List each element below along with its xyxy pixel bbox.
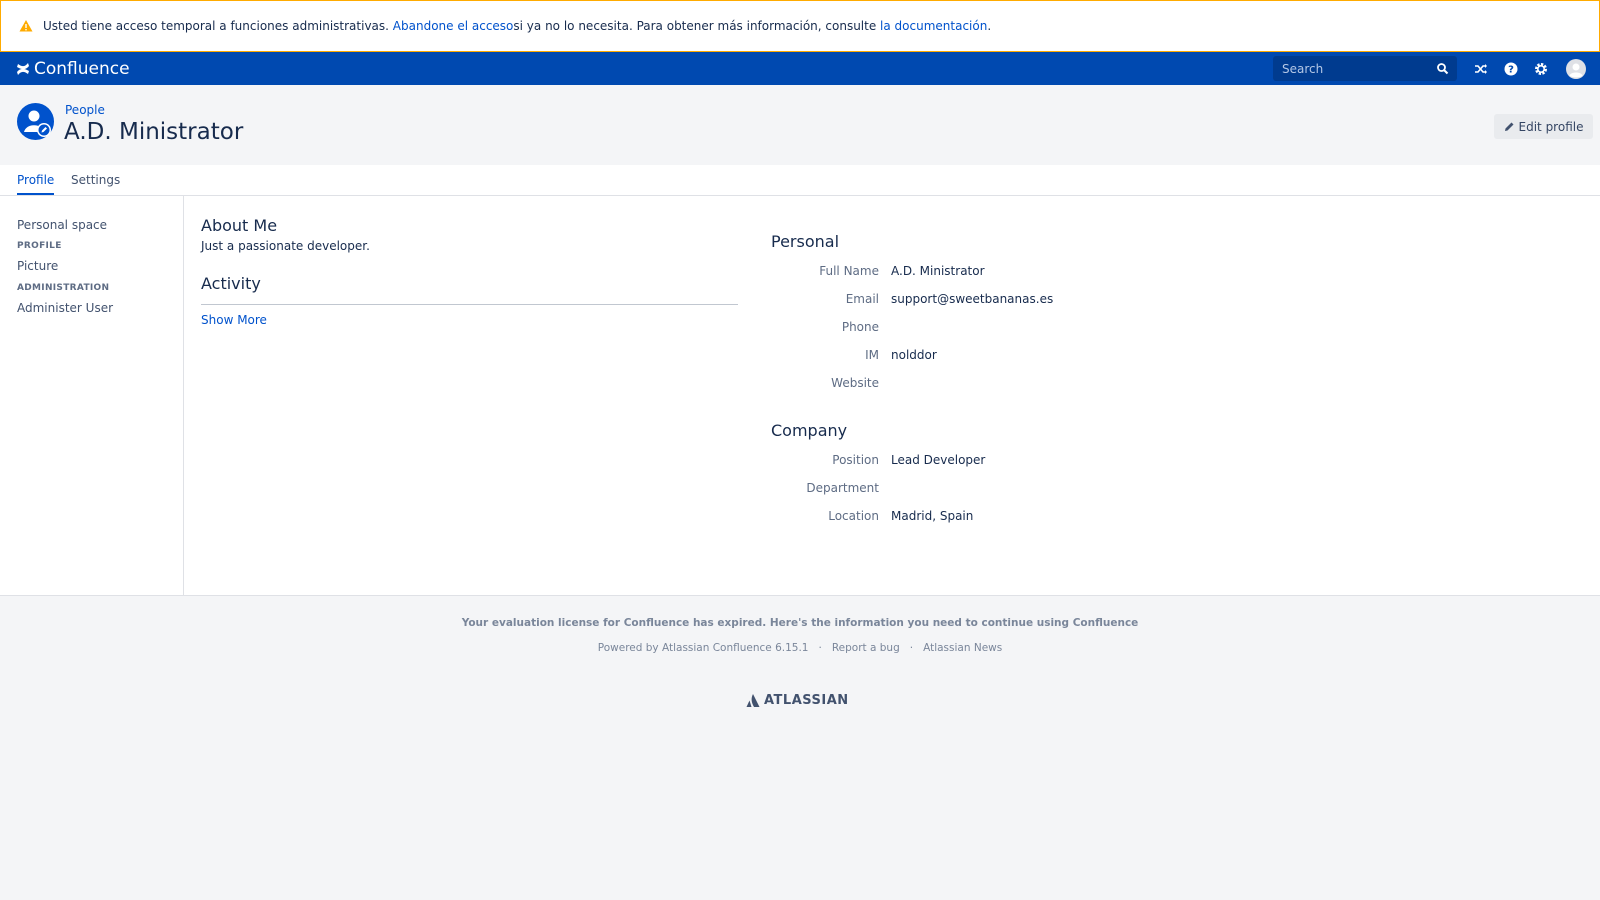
license-expired-link[interactable]: Your evaluation license for Confluence h… — [0, 617, 1600, 629]
confluence-logo-link[interactable]: Confluence — [16, 59, 130, 79]
drop-access-link[interactable]: Abandone el acceso — [393, 19, 514, 33]
banner-text-before: Usted tiene acceso temporal a funciones … — [43, 19, 389, 33]
field-label-full-name: Full Name — [819, 264, 879, 278]
search-icon[interactable] — [1436, 62, 1449, 75]
footer-links: Powered by Atlassian Confluence 6.15.1 ·… — [0, 642, 1600, 654]
atlassian-logo-link[interactable]: ATLASSIAN — [746, 693, 849, 708]
sidebar-heading-administration: ADMINISTRATION — [17, 283, 110, 293]
search-input[interactable] — [1273, 61, 1423, 76]
field-value-im: nolddor — [891, 348, 937, 362]
atlassian-news-link[interactable]: Atlassian News — [923, 642, 1002, 654]
documentation-link[interactable]: la documentación — [880, 19, 987, 33]
profile-avatar-icon — [17, 103, 54, 140]
edit-profile-label: Edit profile — [1518, 119, 1584, 134]
banner-text-middle: si ya no lo necesita. Para obtener más i… — [513, 19, 877, 33]
activity-heading: Activity — [201, 274, 261, 293]
atlassian-logo-icon — [746, 694, 760, 707]
field-label-website: Website — [831, 376, 879, 390]
field-label-phone: Phone — [841, 320, 879, 334]
search-box[interactable] — [1273, 56, 1457, 81]
svg-text:?: ? — [1508, 64, 1514, 75]
breadcrumb-people[interactable]: People — [65, 103, 105, 117]
sidebar-item-picture[interactable]: Picture — [17, 259, 58, 273]
field-label-position: Position — [832, 453, 879, 467]
field-value-email[interactable]: support@sweetbananas.es — [891, 292, 1053, 306]
show-more-link[interactable]: Show More — [201, 313, 267, 327]
warning-icon — [19, 19, 33, 33]
sidebar-item-personal-space[interactable]: Personal space — [17, 218, 107, 232]
about-me-heading: About Me — [201, 216, 278, 235]
pencil-icon — [1504, 122, 1514, 131]
activity-divider — [201, 304, 738, 305]
sidebar-heading-profile: PROFILE — [17, 241, 62, 251]
main-content: Personal space PROFILE Picture ADMINISTR… — [0, 196, 1600, 596]
top-navigation: Confluence ? — [0, 52, 1600, 85]
about-me-text: Just a passionate developer. — [201, 239, 370, 253]
field-label-department: Department — [806, 481, 879, 495]
edit-profile-button[interactable]: Edit profile — [1494, 114, 1593, 139]
footer-separator: · — [818, 642, 822, 654]
tab-profile[interactable]: Profile — [17, 173, 55, 195]
company-heading: Company — [771, 421, 848, 440]
atlassian-wordmark: ATLASSIAN — [764, 693, 849, 708]
sidebar-item-administer-user[interactable]: Administer User — [17, 301, 113, 315]
confluence-logo-icon — [17, 62, 29, 75]
field-label-im: IM — [865, 348, 879, 362]
brand-name: Confluence — [34, 58, 130, 79]
profile-tabs: Profile Settings — [0, 165, 1600, 196]
field-label-location: Location — [828, 509, 879, 523]
banner-text-end: . — [987, 19, 992, 33]
footer-separator: · — [909, 642, 914, 654]
profile-header: People A.D. Ministrator Edit profile — [0, 85, 1600, 165]
tab-settings[interactable]: Settings — [71, 173, 120, 193]
help-icon[interactable]: ? — [1502, 60, 1519, 77]
report-bug-link[interactable]: Report a bug — [832, 642, 900, 654]
field-label-email: Email — [845, 292, 879, 306]
personal-heading: Personal — [771, 232, 840, 251]
sidebar: Personal space PROFILE Picture ADMINISTR… — [0, 196, 184, 596]
field-value-position: Lead Developer — [891, 453, 986, 467]
user-avatar-icon[interactable] — [1565, 58, 1586, 79]
admin-access-banner: Usted tiene acceso temporal a funciones … — [0, 0, 1600, 52]
gear-icon[interactable] — [1532, 60, 1549, 77]
field-value-location: Madrid, Spain — [891, 509, 974, 523]
page-title: A.D. Ministrator — [64, 119, 244, 145]
shuffle-icon[interactable] — [1472, 60, 1489, 77]
powered-by-link[interactable]: Powered by Atlassian Confluence 6.15.1 — [598, 642, 809, 654]
field-value-full-name: A.D. Ministrator — [891, 264, 985, 278]
